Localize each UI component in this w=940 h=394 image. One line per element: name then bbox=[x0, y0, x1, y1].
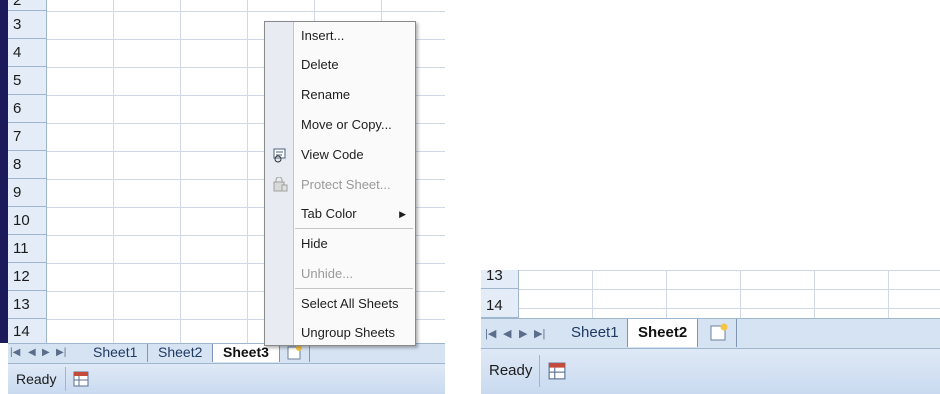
row-header-8[interactable]: 8 bbox=[8, 151, 47, 179]
menu-item-tab-color[interactable]: Tab Color ▶ bbox=[266, 201, 414, 227]
menu-item-insert[interactable]: Insert... bbox=[266, 23, 414, 49]
row-header-14[interactable]: 14 bbox=[481, 289, 519, 318]
prev-sheet-icon[interactable]: ◀ bbox=[28, 347, 36, 358]
menu-separator bbox=[295, 228, 413, 229]
view-code-icon bbox=[273, 148, 286, 163]
menu-item-rename[interactable]: Rename bbox=[266, 82, 414, 108]
status-ready-text: Ready bbox=[16, 371, 57, 387]
row-header-13[interactable]: 13 bbox=[8, 291, 47, 319]
row-header-3[interactable]: 3 bbox=[8, 11, 47, 39]
last-sheet-icon[interactable]: ▶| bbox=[534, 327, 545, 340]
menu-item-select-all-sheets[interactable]: Select All Sheets bbox=[266, 291, 414, 317]
macro-record-icon[interactable] bbox=[73, 371, 89, 387]
next-sheet-icon[interactable]: ▶ bbox=[42, 347, 50, 358]
row-header-13[interactable]: 13 bbox=[481, 270, 519, 289]
status-divider bbox=[539, 355, 540, 387]
menu-item-unhide: Unhide... bbox=[301, 266, 354, 281]
row-header-2[interactable]: 2 bbox=[8, 0, 47, 11]
new-sheet-icon bbox=[710, 323, 728, 341]
macro-record-icon[interactable] bbox=[548, 362, 566, 380]
first-sheet-icon[interactable]: |◀ bbox=[10, 347, 20, 358]
status-bar: Ready bbox=[481, 348, 940, 394]
next-sheet-icon[interactable]: ▶ bbox=[519, 327, 527, 340]
insert-worksheet-tab[interactable] bbox=[280, 344, 310, 362]
tab-sheet1[interactable]: Sheet1 bbox=[83, 344, 149, 362]
status-bar: Ready bbox=[8, 363, 445, 394]
row-header-14[interactable]: 14 bbox=[8, 319, 47, 344]
protect-sheet-icon bbox=[273, 177, 288, 192]
menu-item-hide[interactable]: Hide bbox=[266, 231, 414, 257]
row-header-4[interactable]: 4 bbox=[8, 39, 47, 67]
sheet-tab-context-menu: Insert... Delete Rename Move or Copy... … bbox=[264, 21, 416, 346]
worksheet-cells[interactable] bbox=[519, 270, 940, 318]
status-divider bbox=[65, 367, 66, 391]
prev-sheet-icon[interactable]: ◀ bbox=[503, 327, 511, 340]
menu-separator bbox=[295, 288, 413, 289]
menu-item-delete[interactable]: Delete bbox=[266, 52, 414, 78]
sheet-tab-bar: |◀ ◀ ▶ ▶| Sheet1 Sheet2 Sheet3 bbox=[8, 343, 445, 363]
row-header-7[interactable]: 7 bbox=[8, 123, 47, 151]
sheet-tab-bar: |◀ ◀ ▶ ▶| Sheet1 Sheet2 bbox=[481, 318, 940, 348]
left-excel-window: 2 3 4 5 6 7 8 9 10 11 12 13 14 |◀ ◀ ▶ ▶|… bbox=[0, 0, 445, 394]
menu-item-view-code[interactable]: View Code bbox=[266, 142, 414, 168]
row-header-12[interactable]: 12 bbox=[8, 263, 47, 291]
menu-item-ungroup-sheets[interactable]: Ungroup Sheets bbox=[266, 320, 414, 346]
new-sheet-icon bbox=[287, 345, 302, 360]
tab-sheet3[interactable]: Sheet3 bbox=[212, 344, 280, 362]
row-header-11[interactable]: 11 bbox=[8, 235, 47, 263]
first-sheet-icon[interactable]: |◀ bbox=[485, 327, 496, 340]
status-ready-text: Ready bbox=[489, 362, 533, 379]
right-excel-window: 13 14 |◀ ◀ ▶ ▶| Sheet1 Sheet2 Ready bbox=[481, 270, 940, 394]
submenu-arrow-icon: ▶ bbox=[399, 209, 406, 219]
tab-sheet2[interactable]: Sheet2 bbox=[148, 344, 214, 362]
menu-item-move-or-copy[interactable]: Move or Copy... bbox=[266, 112, 414, 138]
menu-item-protect-sheet: Protect Sheet... bbox=[266, 172, 414, 198]
last-sheet-icon[interactable]: ▶| bbox=[56, 347, 66, 358]
window-frame-edge bbox=[0, 0, 8, 343]
insert-worksheet-tab[interactable] bbox=[701, 319, 737, 347]
row-header-6[interactable]: 6 bbox=[8, 95, 47, 123]
row-header-5[interactable]: 5 bbox=[8, 67, 47, 95]
row-header-9[interactable]: 9 bbox=[8, 179, 47, 207]
row-header-10[interactable]: 10 bbox=[8, 207, 47, 235]
tab-sheet1[interactable]: Sheet1 bbox=[561, 319, 630, 347]
tab-sheet2[interactable]: Sheet2 bbox=[627, 319, 699, 347]
